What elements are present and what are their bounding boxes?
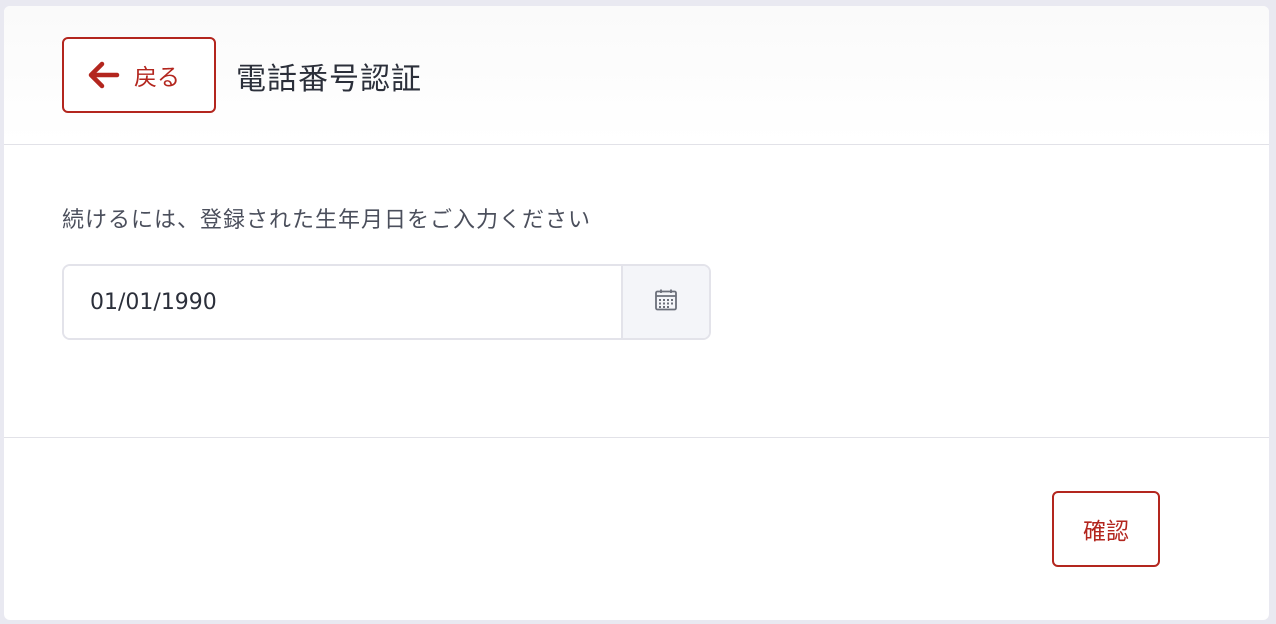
page-title: 電話番号認証 bbox=[236, 62, 422, 97]
confirm-button[interactable]: 確認 bbox=[1052, 491, 1160, 567]
card-header: 戻る 電話番号認証 bbox=[4, 6, 1269, 145]
instruction-text: 続けるには、登録された生年月日をご入力ください bbox=[62, 208, 592, 233]
verification-card: 戻る 電話番号認証 続けるには、登録された生年月日をご入力ください 01/01/… bbox=[4, 6, 1269, 620]
card-body: 続けるには、登録された生年月日をご入力ください bbox=[4, 146, 1269, 438]
birthdate-field-group bbox=[62, 264, 711, 340]
card-footer: 確認 bbox=[4, 439, 1269, 620]
calendar-button[interactable] bbox=[621, 266, 709, 338]
calendar-icon bbox=[654, 288, 678, 316]
back-button[interactable]: 戻る bbox=[62, 37, 216, 113]
birthdate-input[interactable] bbox=[64, 266, 621, 338]
back-button-label: 戻る bbox=[134, 65, 180, 91]
arrow-left-icon bbox=[88, 61, 120, 89]
